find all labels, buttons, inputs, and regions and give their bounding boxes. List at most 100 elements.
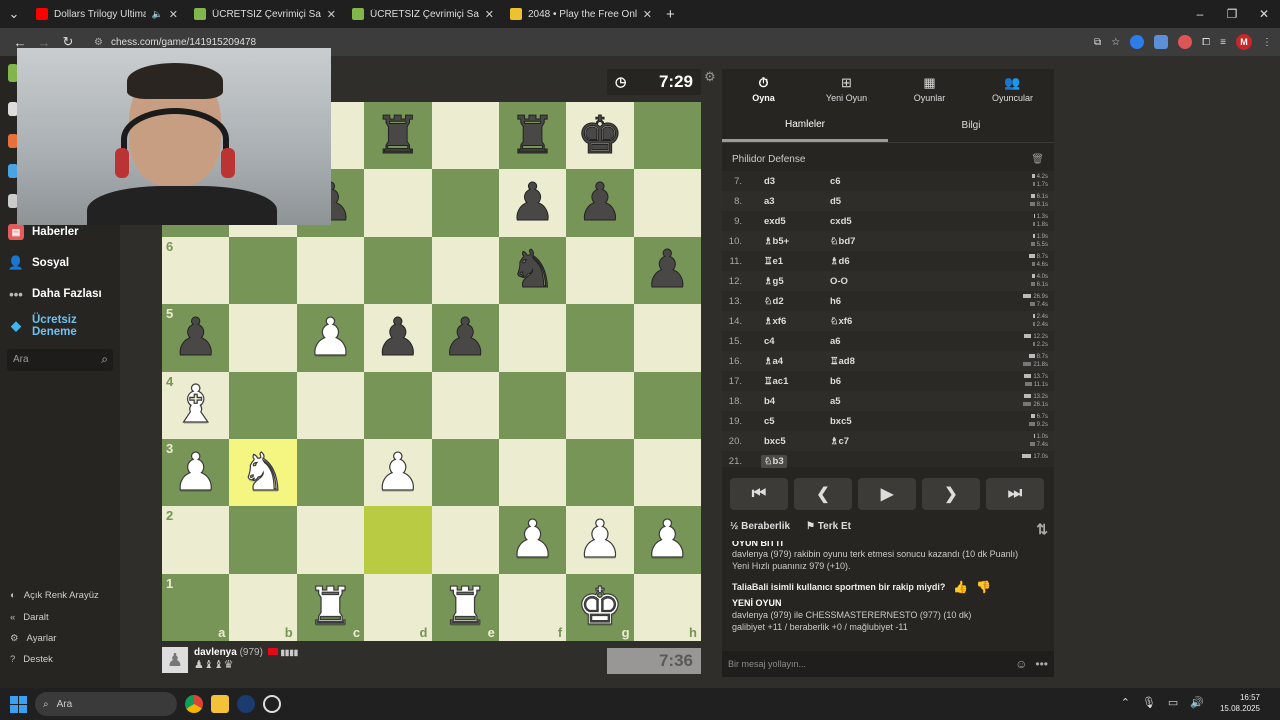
black-move[interactable]: O-O [830, 276, 848, 287]
square-a1[interactable]: 1a [162, 573, 230, 641]
black-move[interactable]: b6 [830, 376, 841, 387]
white-knight-icon[interactable]: ♞ [239, 446, 287, 499]
black-rook-icon[interactable]: ♜ [509, 109, 557, 162]
speaker-icon[interactable]: 🔈 [152, 9, 163, 20]
square-f1[interactable]: f [498, 573, 567, 641]
black-move[interactable]: h6 [830, 296, 841, 307]
square-g2[interactable]: ♟ [566, 506, 634, 574]
square-h4[interactable] [633, 371, 701, 439]
square-f4[interactable] [498, 371, 567, 439]
tab-games[interactable]: ▦ Oyunlar [888, 69, 971, 109]
white-move[interactable]: ♖e1 [764, 256, 783, 267]
volume-icon[interactable]: 🔊 [1190, 696, 1204, 709]
new-tab-button[interactable]: + [660, 6, 681, 23]
sidebar-settings[interactable]: ⚙ Ayarlar [10, 633, 56, 644]
square-e3[interactable] [431, 438, 499, 507]
app-icon[interactable] [263, 695, 281, 713]
square-b1[interactable]: b [229, 573, 297, 641]
black-move[interactable]: a6 [830, 336, 841, 347]
profile-avatar[interactable]: M [1236, 34, 1252, 50]
square-e5[interactable]: ♟ [431, 304, 499, 372]
square-d6[interactable] [364, 236, 432, 305]
sidebar-item-news[interactable]: ▤ Haberler [8, 224, 79, 240]
black-move[interactable]: bxc5 [830, 416, 852, 427]
square-f3[interactable] [498, 438, 567, 507]
black-pawn-icon[interactable]: ♟ [172, 311, 220, 364]
square-h6[interactable]: ♟ [633, 236, 701, 305]
white-move[interactable]: bxc5 [764, 436, 786, 447]
taskbar-clock[interactable]: 16:57 15.08.2025 [1220, 692, 1260, 714]
sidebar-item-more[interactable]: ••• Daha Fazlası [8, 286, 102, 302]
player-avatar[interactable]: ♟ [162, 647, 188, 673]
white-rook-icon[interactable]: ♜ [307, 581, 355, 634]
browser-tab[interactable]: Dollars Trilogy Ultimate Cu 🔈 ✕ [28, 0, 186, 28]
first-move-button[interactable]: ⏮ [730, 478, 788, 510]
browser-tab[interactable]: 2048 • Play the Free Online Gam ✕ [502, 0, 660, 28]
square-b6[interactable] [229, 236, 297, 305]
square-d8[interactable]: ♜ [364, 102, 432, 170]
bookmark-star-icon[interactable]: ☆ [1111, 37, 1120, 48]
white-move[interactable]: a3 [764, 196, 775, 207]
taskbar-search[interactable]: ⌕ Ara [35, 692, 177, 716]
white-move[interactable]: ♗g5 [764, 276, 784, 287]
square-f6[interactable]: ♞ [498, 236, 567, 305]
square-h8[interactable] [633, 102, 701, 170]
black-move[interactable]: ♗c7 [830, 436, 849, 447]
square-g7[interactable]: ♟ [566, 169, 634, 237]
white-move[interactable]: c4 [764, 336, 775, 347]
display-icon[interactable]: ▭ [1168, 696, 1178, 709]
square-e2[interactable] [431, 506, 499, 574]
square-h7[interactable] [633, 169, 701, 237]
square-b4[interactable] [229, 371, 297, 439]
url-field[interactable]: ⚙ chess.com/game/141915209478 [94, 37, 256, 48]
flip-board-icon[interactable]: ⇅ [1036, 521, 1048, 538]
black-pawn-icon[interactable]: ♟ [576, 177, 624, 230]
square-g1[interactable]: g ♚ [566, 573, 634, 641]
extension-window-icon[interactable] [1154, 35, 1169, 49]
white-move[interactable]: ♗a4 [764, 356, 783, 367]
browser-tab[interactable]: ÜCRETSİZ Çevrimiçi Satranç Oy ✕ [344, 0, 502, 28]
square-c1[interactable]: c ♜ [296, 573, 365, 641]
square-f5[interactable] [498, 304, 567, 372]
black-move[interactable]: ♘bd7 [830, 236, 855, 247]
search-icon[interactable]: ⌕ [101, 352, 108, 367]
close-tab-icon[interactable]: ✕ [485, 8, 494, 21]
square-b3[interactable]: ♞ [229, 438, 297, 507]
white-move[interactable]: ♘d2 [764, 296, 784, 307]
sidebar-item-free-trial[interactable]: ◆ Ücretsiz Deneme [8, 314, 98, 338]
white-move[interactable]: ♖ac1 [764, 376, 788, 387]
black-move[interactable]: a5 [830, 396, 841, 407]
tab-play[interactable]: ⏱ Oyna [722, 69, 805, 109]
close-window-icon[interactable]: ✕ [1248, 7, 1280, 21]
square-e7[interactable] [431, 169, 499, 237]
square-b2[interactable] [229, 506, 297, 574]
square-c5[interactable]: ♟ [296, 304, 365, 372]
black-move[interactable]: ♘xf6 [830, 316, 852, 327]
tab-info[interactable]: Bilgi [888, 109, 1054, 142]
white-pawn-icon[interactable]: ♟ [576, 513, 624, 566]
square-h1[interactable]: h [633, 573, 701, 641]
black-move[interactable]: c6 [830, 176, 841, 187]
steam-icon[interactable] [237, 695, 255, 713]
black-pawn-icon[interactable]: ♟ [374, 311, 422, 364]
black-move[interactable]: ♖ad8 [830, 356, 855, 367]
black-pawn-icon[interactable]: ♟ [509, 177, 557, 230]
sidebar-support[interactable]: ? Destek [10, 654, 53, 665]
square-d1[interactable]: d [364, 573, 432, 641]
white-move[interactable]: ♗xf6 [764, 316, 786, 327]
close-tab-icon[interactable]: ✕ [169, 8, 178, 21]
prev-move-button[interactable]: ❮ [794, 478, 852, 510]
file-explorer-icon[interactable] [211, 695, 229, 713]
black-knight-icon[interactable]: ♞ [509, 244, 557, 297]
close-tab-icon[interactable]: ✕ [643, 8, 652, 21]
black-move[interactable]: cxd5 [830, 216, 852, 227]
square-f7[interactable]: ♟ [498, 169, 567, 237]
square-g3[interactable] [566, 438, 634, 507]
black-rook-icon[interactable]: ♜ [374, 109, 422, 162]
tab-moves[interactable]: Hamleler [722, 109, 888, 142]
tab-search-chevron-icon[interactable]: ⌄ [0, 6, 28, 22]
white-pawn-icon[interactable]: ♟ [509, 513, 557, 566]
chrome-icon[interactable] [185, 695, 203, 713]
play-button[interactable]: ▶ [858, 478, 916, 510]
white-bishop-icon[interactable]: ♝ [172, 379, 220, 432]
